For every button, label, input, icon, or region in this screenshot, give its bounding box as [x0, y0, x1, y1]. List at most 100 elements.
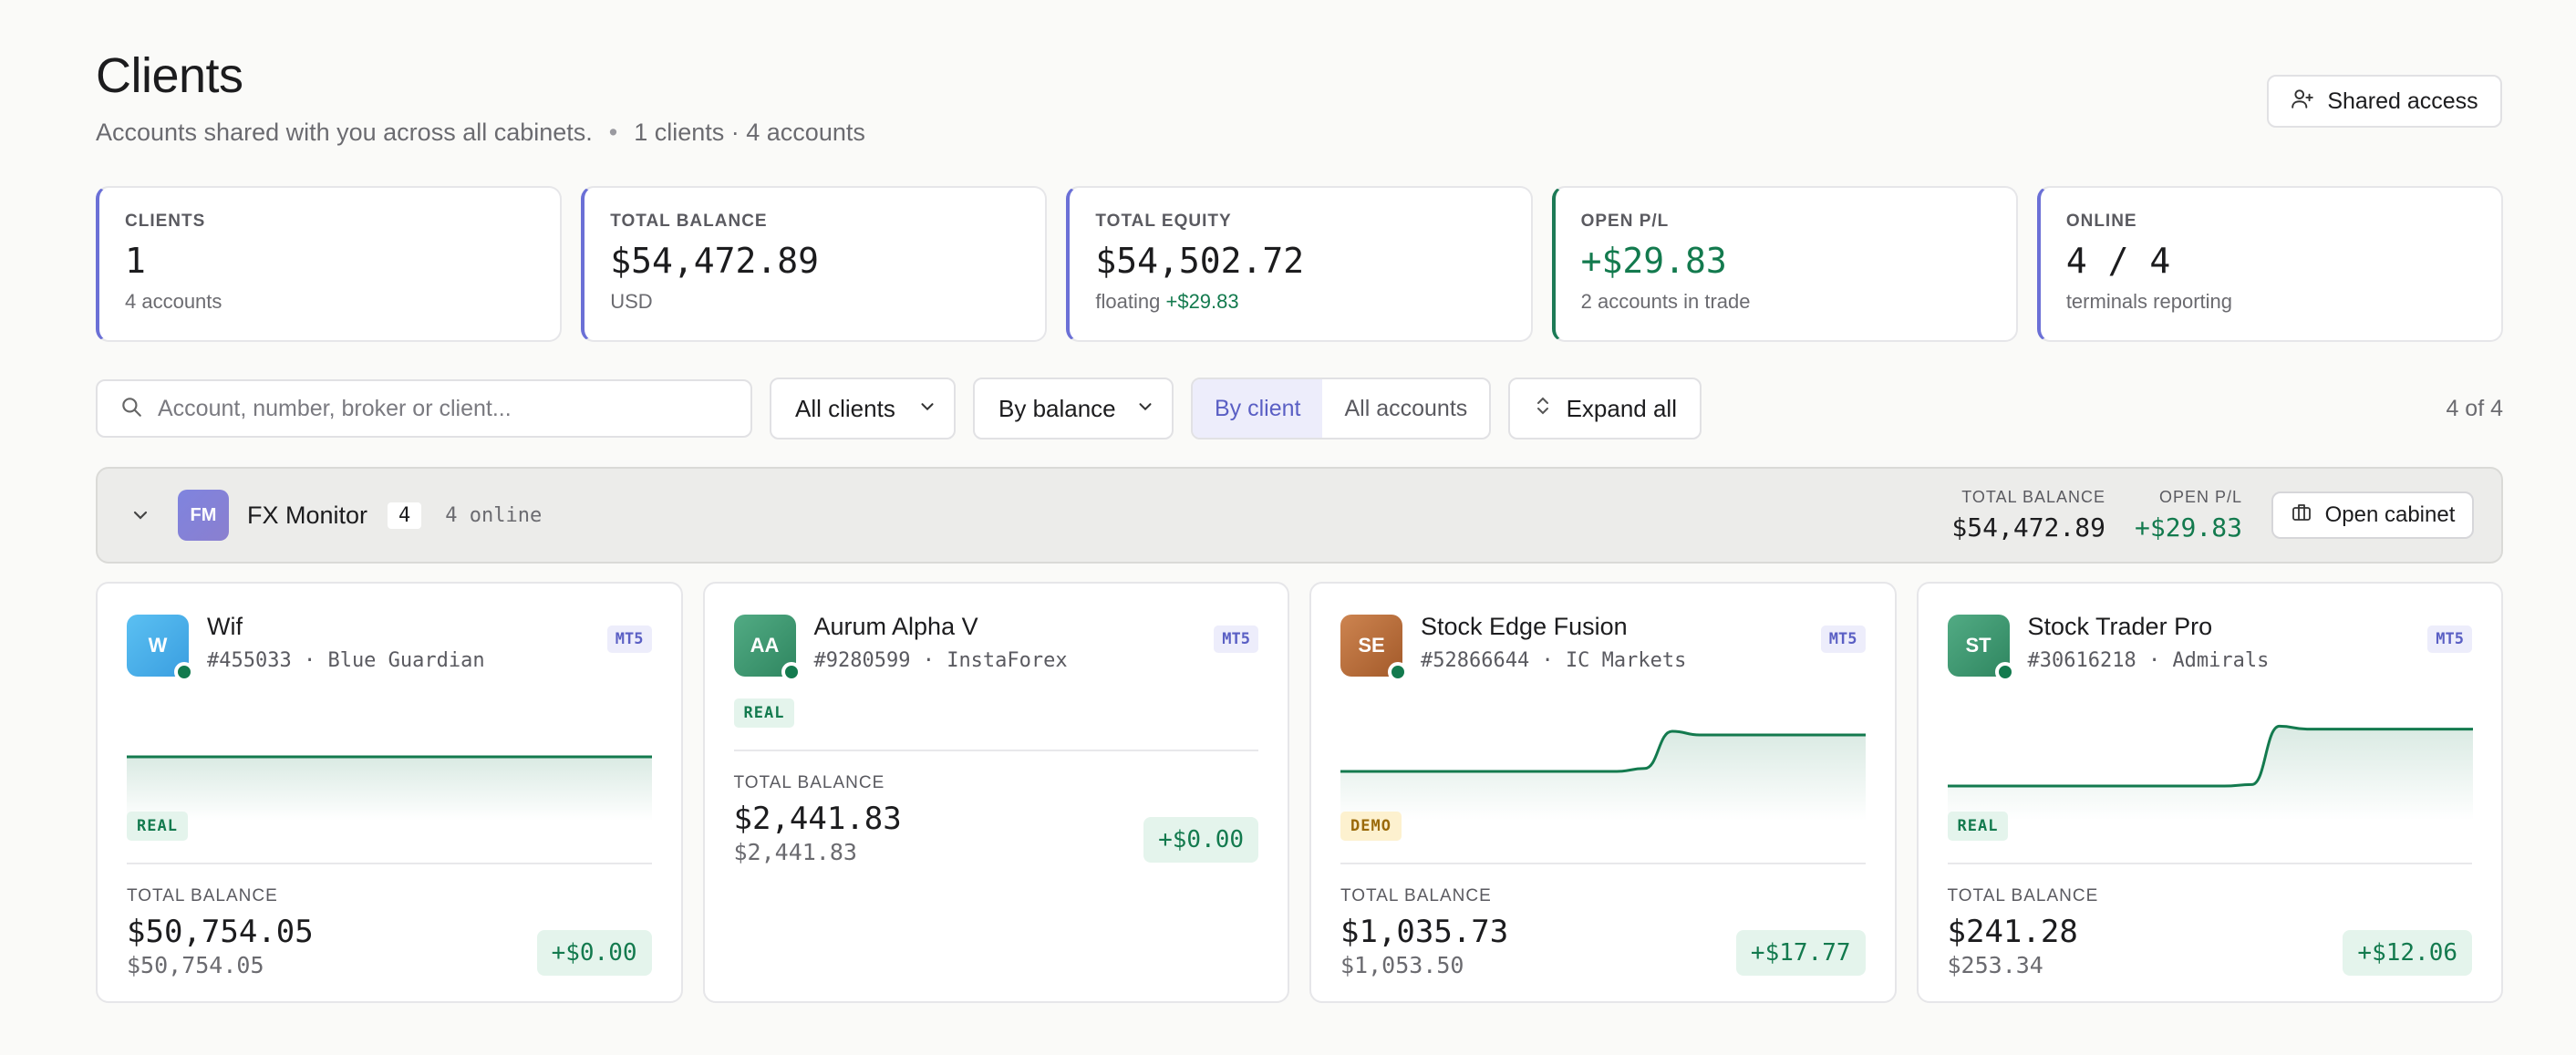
- online-status-dot: [1994, 662, 2015, 682]
- user-plus-icon: [2291, 87, 2314, 117]
- account-cards: W Wif #455033 · Blue Guardian MT5 REAL T…: [96, 582, 2503, 1003]
- account-type-badge: REAL: [1947, 812, 2009, 841]
- balance-value: $1,035.73: [1340, 914, 1509, 950]
- stat-value: +$29.83: [1580, 241, 1727, 281]
- shared-access-button[interactable]: Shared access: [2267, 75, 2502, 128]
- stat-sub: 4 accounts: [125, 290, 222, 313]
- chevron-updown-icon: [1534, 395, 1552, 423]
- platform-badge: MT5: [1214, 626, 1258, 653]
- pl-badge: +$0.00: [1143, 817, 1258, 863]
- search-box[interactable]: [96, 379, 752, 438]
- open-cabinet-button[interactable]: Open cabinet: [2271, 491, 2474, 539]
- chevron-down-icon: [1135, 395, 1155, 423]
- client-avatar: FM: [178, 490, 229, 541]
- stat-sub: terminals reporting: [2065, 290, 2232, 313]
- stat-card-total-equity: TOTAL EQUITY $54,502.72 floating +$29.83: [1066, 186, 1533, 342]
- client-filter-select[interactable]: All clients: [770, 378, 956, 440]
- balance-sparkline: [1340, 729, 1866, 821]
- divider: [733, 750, 1258, 751]
- chevron-down-icon: [917, 395, 937, 423]
- sparkline-area: [127, 757, 652, 821]
- stat-label: TOTAL EQUITY: [1095, 212, 1232, 231]
- account-card[interactable]: SE Stock Edge Fusion #52866644 · IC Mark…: [1309, 582, 1897, 1003]
- account-avatar: SE: [1340, 615, 1408, 682]
- group-total-balance: TOTAL BALANCE $54,472.89: [1951, 488, 2105, 543]
- stat-card-online: ONLINE 4 / 4 terminals reporting: [2036, 186, 2504, 342]
- balance-label: TOTAL BALANCE: [1947, 886, 2099, 905]
- balance-sparkline: [127, 755, 652, 821]
- floating-value: +$29.83: [1165, 290, 1239, 313]
- page-subtitle: Accounts shared with you across all cabi…: [96, 119, 865, 147]
- briefcase-icon: [2291, 502, 2312, 530]
- client-name: FX Monitor: [247, 501, 368, 529]
- pl-badge: +$17.77: [1735, 930, 1866, 976]
- stat-sub: USD: [610, 290, 653, 313]
- expand-all-button[interactable]: Expand all: [1508, 378, 1702, 440]
- online-status-dot: [174, 662, 194, 682]
- online-status-dot: [1388, 662, 1408, 682]
- stat-value: 4 / 4: [2065, 241, 2171, 281]
- stat-value: $54,502.72: [1095, 241, 1305, 281]
- account-name: Wif: [207, 613, 243, 640]
- subtitle-text: Accounts shared with you across all cabi…: [96, 119, 593, 146]
- balance-label: TOTAL BALANCE: [733, 773, 885, 792]
- stat-label: TOTAL BALANCE: [610, 212, 768, 231]
- account-type-badge: REAL: [733, 698, 795, 728]
- filter-toolbar: All clients By balance By client All acc…: [96, 378, 2503, 440]
- stats-row: CLIENTS 1 4 accounts TOTAL BALANCE $54,4…: [96, 186, 2504, 342]
- chevron-down-icon[interactable]: [125, 504, 156, 526]
- account-avatar: ST: [1947, 615, 2015, 682]
- page-title: Clients: [96, 48, 243, 103]
- account-card[interactable]: W Wif #455033 · Blue Guardian MT5 REAL T…: [96, 582, 683, 1003]
- sparkline-area: [1340, 731, 1866, 821]
- stat-card-clients: CLIENTS 1 4 accounts: [96, 186, 563, 342]
- view-all-accounts-button[interactable]: All accounts: [1322, 379, 1489, 438]
- group-open-pl-value: +$29.83: [2134, 512, 2242, 543]
- account-card[interactable]: AA Aurum Alpha V #9280599 · InstaForex M…: [702, 582, 1289, 1003]
- equity-value: $1,053.50: [1340, 952, 1464, 978]
- open-cabinet-label: Open cabinet: [2324, 502, 2456, 527]
- pl-badge: +$12.06: [2343, 930, 2472, 976]
- balance-label: TOTAL BALANCE: [127, 886, 278, 905]
- balance-label: TOTAL BALANCE: [1340, 886, 1492, 905]
- account-initials: ST: [1965, 634, 1991, 657]
- account-count-badge: 4: [388, 502, 422, 529]
- pl-badge: +$0.00: [536, 930, 652, 976]
- stat-card-open-pl: OPEN P/L +$29.83 2 accounts in trade: [1551, 186, 2018, 342]
- balance-sparkline: [1947, 724, 2473, 821]
- sort-select[interactable]: By balance: [973, 378, 1174, 440]
- stat-sub: 2 accounts in trade: [1580, 290, 1751, 313]
- account-initials: AA: [750, 634, 780, 657]
- search-input[interactable]: [158, 395, 729, 422]
- platform-badge: MT5: [1820, 626, 1866, 653]
- group-total-balance-value: $54,472.89: [1951, 512, 2105, 543]
- platform-badge: MT5: [2427, 626, 2472, 653]
- sparkline-area: [1947, 726, 2473, 821]
- account-name: Aurum Alpha V: [813, 613, 978, 640]
- account-meta: #9280599 · InstaForex: [813, 649, 1068, 672]
- platform-badge: MT5: [606, 626, 652, 653]
- group-open-pl: OPEN P/L +$29.83: [2135, 488, 2242, 543]
- client-group-header[interactable]: FM FX Monitor 4 4 online TOTAL BALANCE $…: [96, 467, 2503, 564]
- divider: [1340, 863, 1866, 864]
- stat-label: CLIENTS: [125, 212, 206, 231]
- client-group-stats: TOTAL BALANCE $54,472.89 OPEN P/L +$29.8…: [1951, 488, 2474, 543]
- online-status-dot: [781, 662, 802, 682]
- summary-text: 1 clients · 4 accounts: [634, 119, 865, 146]
- equity-value: $50,754.05: [127, 952, 264, 978]
- account-avatar: W: [127, 615, 194, 682]
- stat-sub: floating +$29.83: [1095, 290, 1505, 314]
- client-filter-value: All clients: [795, 394, 895, 422]
- separator-dot: •: [608, 119, 618, 146]
- balance-value: $50,754.05: [127, 914, 314, 950]
- floating-label: floating: [1095, 290, 1161, 313]
- stat-label: ONLINE: [2065, 212, 2137, 231]
- account-card[interactable]: ST Stock Trader Pro #30616218 · Admirals…: [1916, 582, 2503, 1003]
- shared-access-label: Shared access: [2327, 88, 2478, 114]
- view-by-client-button[interactable]: By client: [1193, 379, 1323, 438]
- account-avatar: AA: [733, 615, 802, 682]
- sort-value: By balance: [998, 394, 1116, 422]
- account-name: Stock Edge Fusion: [1421, 613, 1628, 640]
- balance-value: $2,441.83: [733, 801, 902, 837]
- account-initials: SE: [1358, 634, 1385, 657]
